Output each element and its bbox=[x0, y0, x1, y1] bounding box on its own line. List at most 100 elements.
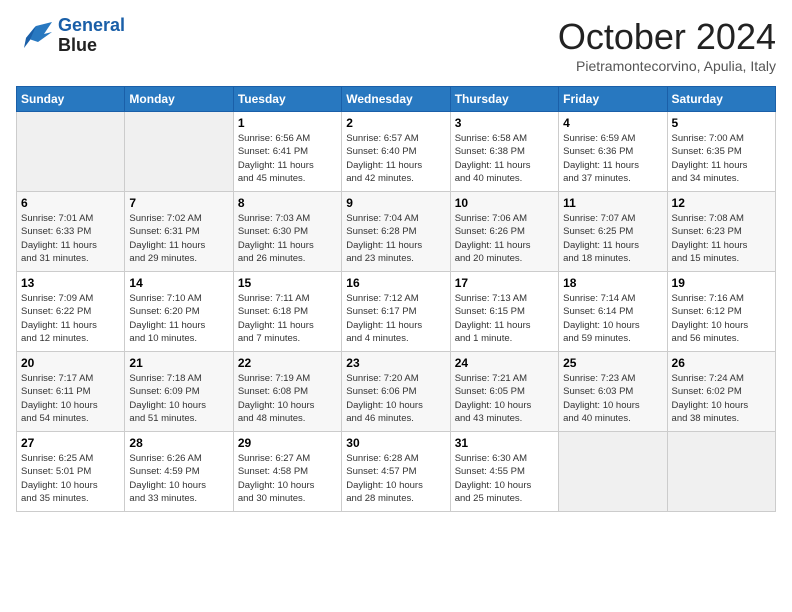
day-info: Sunrise: 7:21 AM Sunset: 6:05 PM Dayligh… bbox=[455, 372, 554, 425]
day-number: 10 bbox=[455, 196, 554, 210]
day-number: 28 bbox=[129, 436, 228, 450]
calendar-cell: 15Sunrise: 7:11 AM Sunset: 6:18 PM Dayli… bbox=[233, 272, 341, 352]
day-info: Sunrise: 7:14 AM Sunset: 6:14 PM Dayligh… bbox=[563, 292, 662, 345]
week-row-4: 20Sunrise: 7:17 AM Sunset: 6:11 PM Dayli… bbox=[17, 352, 776, 432]
day-number: 3 bbox=[455, 116, 554, 130]
day-info: Sunrise: 7:07 AM Sunset: 6:25 PM Dayligh… bbox=[563, 212, 662, 265]
calendar-cell: 10 Sunrise: 7:06 AM Sunset: 6:26 PM Dayli… bbox=[450, 192, 558, 272]
day-info: Sunrise: 6:26 AM Sunset: 4:59 PM Dayligh… bbox=[129, 452, 228, 505]
calendar-cell bbox=[667, 432, 775, 512]
calendar-cell: 6 Sunrise: 7:01 AM Sunset: 6:33 PM Daylig… bbox=[17, 192, 125, 272]
logo-line1: General bbox=[58, 15, 125, 35]
day-number: 19 bbox=[672, 276, 771, 290]
day-number: 30 bbox=[346, 436, 445, 450]
calendar-body: 1Sunrise: 6:56 AM Sunset: 6:41 PM Daylig… bbox=[17, 112, 776, 512]
day-info: Sunrise: 7:10 AM Sunset: 6:20 PM Dayligh… bbox=[129, 292, 228, 345]
day-info: Sunrise: 6:25 AM Sunset: 5:01 PM Dayligh… bbox=[21, 452, 120, 505]
logo-line2: Blue bbox=[58, 35, 97, 55]
calendar-cell: 28 Sunrise: 6:26 AM Sunset: 4:59 PM Dayli… bbox=[125, 432, 233, 512]
weekday-header-monday: Monday bbox=[125, 87, 233, 112]
day-number: 14 bbox=[129, 276, 228, 290]
day-number: 1 bbox=[238, 116, 337, 130]
calendar-cell: 26Sunrise: 7:24 AM Sunset: 6:02 PM Dayli… bbox=[667, 352, 775, 432]
day-info: Sunrise: 7:11 AM Sunset: 6:18 PM Dayligh… bbox=[238, 292, 337, 345]
calendar-cell: 4 Sunrise: 6:59 AM Sunset: 6:36 PM Daylig… bbox=[559, 112, 667, 192]
day-number: 8 bbox=[238, 196, 337, 210]
calendar-cell: 31 Sunrise: 6:30 AM Sunset: 4:55 PM Dayli… bbox=[450, 432, 558, 512]
calendar-cell: 25 Sunrise: 7:23 AM Sunset: 6:03 PM Dayli… bbox=[559, 352, 667, 432]
day-number: 23 bbox=[346, 356, 445, 370]
day-info: Sunrise: 6:27 AM Sunset: 4:58 PM Dayligh… bbox=[238, 452, 337, 505]
calendar-cell: 13 Sunrise: 7:09 AM Sunset: 6:22 PM Dayli… bbox=[17, 272, 125, 352]
calendar-cell: 24 Sunrise: 7:21 AM Sunset: 6:05 PM Dayli… bbox=[450, 352, 558, 432]
calendar-cell: 3 Sunrise: 6:58 AM Sunset: 6:38 PM Daylig… bbox=[450, 112, 558, 192]
day-number: 2 bbox=[346, 116, 445, 130]
day-info: Sunrise: 6:30 AM Sunset: 4:55 PM Dayligh… bbox=[455, 452, 554, 505]
calendar-table: SundayMondayTuesdayWednesdayThursdayFrid… bbox=[16, 86, 776, 512]
day-number: 31 bbox=[455, 436, 554, 450]
day-info: Sunrise: 7:09 AM Sunset: 6:22 PM Dayligh… bbox=[21, 292, 120, 345]
weekday-header-sunday: Sunday bbox=[17, 87, 125, 112]
calendar-cell: 23 Sunrise: 7:20 AM Sunset: 6:06 PM Dayli… bbox=[342, 352, 450, 432]
calendar-cell: 8 Sunrise: 7:03 AM Sunset: 6:30 PM Daylig… bbox=[233, 192, 341, 272]
day-number: 24 bbox=[455, 356, 554, 370]
logo-icon bbox=[16, 18, 52, 54]
calendar-cell: 18Sunrise: 7:14 AM Sunset: 6:14 PM Dayli… bbox=[559, 272, 667, 352]
calendar-cell: 7 Sunrise: 7:02 AM Sunset: 6:31 PM Daylig… bbox=[125, 192, 233, 272]
calendar-cell: 30 Sunrise: 6:28 AM Sunset: 4:57 PM Dayli… bbox=[342, 432, 450, 512]
day-info: Sunrise: 7:24 AM Sunset: 6:02 PM Dayligh… bbox=[672, 372, 771, 425]
day-info: Sunrise: 7:17 AM Sunset: 6:11 PM Dayligh… bbox=[21, 372, 120, 425]
day-number: 16 bbox=[346, 276, 445, 290]
day-info: Sunrise: 7:18 AM Sunset: 6:09 PM Dayligh… bbox=[129, 372, 228, 425]
day-number: 27 bbox=[21, 436, 120, 450]
weekday-header-friday: Friday bbox=[559, 87, 667, 112]
day-number: 11 bbox=[563, 196, 662, 210]
calendar-cell: 22Sunrise: 7:19 AM Sunset: 6:08 PM Dayli… bbox=[233, 352, 341, 432]
weekday-header-saturday: Saturday bbox=[667, 87, 775, 112]
weekday-header-tuesday: Tuesday bbox=[233, 87, 341, 112]
day-info: Sunrise: 7:23 AM Sunset: 6:03 PM Dayligh… bbox=[563, 372, 662, 425]
calendar-cell bbox=[125, 112, 233, 192]
page-header: General Blue October 2024 Pietramontecor… bbox=[16, 16, 776, 74]
day-info: Sunrise: 7:04 AM Sunset: 6:28 PM Dayligh… bbox=[346, 212, 445, 265]
day-number: 4 bbox=[563, 116, 662, 130]
day-info: Sunrise: 7:08 AM Sunset: 6:23 PM Dayligh… bbox=[672, 212, 771, 265]
week-row-2: 6 Sunrise: 7:01 AM Sunset: 6:33 PM Daylig… bbox=[17, 192, 776, 272]
day-number: 13 bbox=[21, 276, 120, 290]
calendar-cell bbox=[17, 112, 125, 192]
location-subtitle: Pietramontecorvino, Apulia, Italy bbox=[558, 58, 776, 74]
day-info: Sunrise: 6:28 AM Sunset: 4:57 PM Dayligh… bbox=[346, 452, 445, 505]
day-info: Sunrise: 6:59 AM Sunset: 6:36 PM Dayligh… bbox=[563, 132, 662, 185]
day-number: 5 bbox=[672, 116, 771, 130]
calendar-cell: 5 Sunrise: 7:00 AM Sunset: 6:35 PM Daylig… bbox=[667, 112, 775, 192]
calendar-cell: 19Sunrise: 7:16 AM Sunset: 6:12 PM Dayli… bbox=[667, 272, 775, 352]
day-info: Sunrise: 7:00 AM Sunset: 6:35 PM Dayligh… bbox=[672, 132, 771, 185]
day-number: 25 bbox=[563, 356, 662, 370]
day-number: 17 bbox=[455, 276, 554, 290]
calendar-cell: 29 Sunrise: 6:27 AM Sunset: 4:58 PM Dayli… bbox=[233, 432, 341, 512]
week-row-1: 1Sunrise: 6:56 AM Sunset: 6:41 PM Daylig… bbox=[17, 112, 776, 192]
title-block: October 2024 Pietramontecorvino, Apulia,… bbox=[558, 16, 776, 74]
weekday-header-row: SundayMondayTuesdayWednesdayThursdayFrid… bbox=[17, 87, 776, 112]
day-info: Sunrise: 6:57 AM Sunset: 6:40 PM Dayligh… bbox=[346, 132, 445, 185]
day-number: 7 bbox=[129, 196, 228, 210]
day-info: Sunrise: 7:01 AM Sunset: 6:33 PM Dayligh… bbox=[21, 212, 120, 265]
day-number: 6 bbox=[21, 196, 120, 210]
weekday-header-thursday: Thursday bbox=[450, 87, 558, 112]
day-info: Sunrise: 7:13 AM Sunset: 6:15 PM Dayligh… bbox=[455, 292, 554, 345]
calendar-cell: 12Sunrise: 7:08 AM Sunset: 6:23 PM Dayli… bbox=[667, 192, 775, 272]
calendar-cell: 2 Sunrise: 6:57 AM Sunset: 6:40 PM Daylig… bbox=[342, 112, 450, 192]
day-info: Sunrise: 7:02 AM Sunset: 6:31 PM Dayligh… bbox=[129, 212, 228, 265]
calendar-cell: 11 Sunrise: 7:07 AM Sunset: 6:25 PM Dayli… bbox=[559, 192, 667, 272]
calendar-cell: 14 Sunrise: 7:10 AM Sunset: 6:20 PM Dayli… bbox=[125, 272, 233, 352]
day-info: Sunrise: 7:03 AM Sunset: 6:30 PM Dayligh… bbox=[238, 212, 337, 265]
calendar-cell: 17 Sunrise: 7:13 AM Sunset: 6:15 PM Dayli… bbox=[450, 272, 558, 352]
day-info: Sunrise: 7:06 AM Sunset: 6:26 PM Dayligh… bbox=[455, 212, 554, 265]
day-info: Sunrise: 7:12 AM Sunset: 6:17 PM Dayligh… bbox=[346, 292, 445, 345]
day-info: Sunrise: 6:58 AM Sunset: 6:38 PM Dayligh… bbox=[455, 132, 554, 185]
day-info: Sunrise: 7:20 AM Sunset: 6:06 PM Dayligh… bbox=[346, 372, 445, 425]
day-number: 22 bbox=[238, 356, 337, 370]
day-number: 29 bbox=[238, 436, 337, 450]
day-number: 9 bbox=[346, 196, 445, 210]
logo: General Blue bbox=[16, 16, 125, 56]
